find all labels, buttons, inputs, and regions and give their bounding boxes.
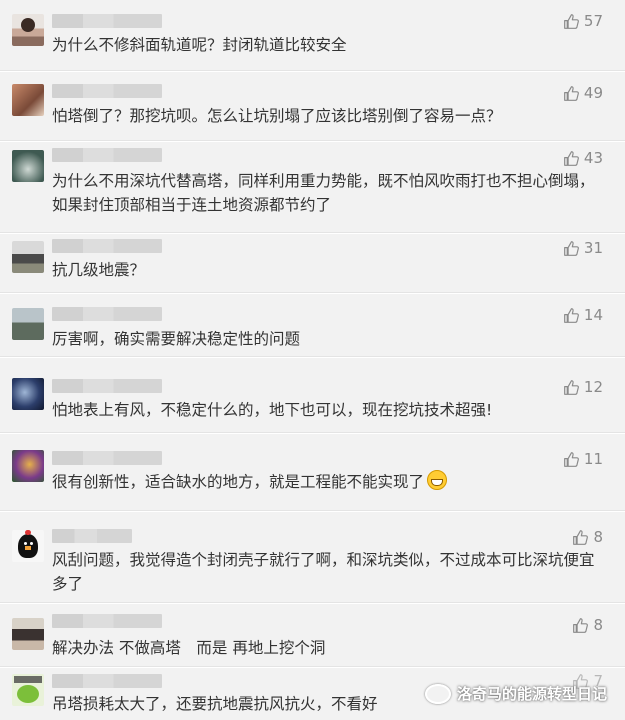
comment-text: 为什么不修斜面轨道呢？封闭轨道比较安全	[52, 36, 347, 54]
comment-item: 解决办法 不做高塔 而是 再地上挖个洞 8	[0, 604, 625, 667]
thumbs-up-icon	[564, 451, 579, 467]
comment-item: 为什么不用深坑代替高塔，同样利用重力势能，既不怕风吹雨打也不担心倒塌，如果封住顶…	[0, 142, 625, 233]
avatar[interactable]	[12, 530, 44, 562]
username-blurred	[52, 84, 162, 98]
avatar[interactable]	[12, 450, 44, 482]
avatar[interactable]	[12, 14, 44, 46]
like-count: 57	[583, 12, 603, 30]
avatar[interactable]	[12, 674, 44, 706]
comment-item: 怕塔倒了？那挖坑呗。怎么让坑别塌了应该比塔别倒了容易一点？ 49	[0, 72, 625, 141]
comment-text: 怕塔倒了？那挖坑呗。怎么让坑别塌了应该比塔别倒了容易一点？	[52, 107, 502, 125]
avatar[interactable]	[12, 150, 44, 182]
like-count: 8	[593, 528, 603, 546]
grin-emoji-icon	[427, 470, 448, 490]
like-button[interactable]: 8	[572, 616, 603, 634]
like-button[interactable]: 57	[563, 12, 603, 30]
avatar[interactable]	[12, 241, 44, 273]
comment-text: 很有创新性，适合缺水的地方，就是工程能不能实现了	[52, 470, 603, 494]
comment-item: 为什么不修斜面轨道呢？封闭轨道比较安全 57	[0, 0, 625, 71]
comment-text: 厉害啊，确实需要解决稳定性的问题	[52, 330, 301, 348]
thumbs-up-icon	[564, 240, 579, 256]
comment-text: 为什么不用深坑代替高塔，同样利用重力势能，既不怕风吹雨打也不担心倒塌，如果封住顶…	[52, 172, 595, 214]
username-blurred	[52, 451, 162, 465]
comment-item: 抗几级地震？ 31	[0, 234, 625, 293]
like-button[interactable]: 14	[563, 306, 603, 324]
comment-item: 很有创新性，适合缺水的地方，就是工程能不能实现了 11	[0, 434, 625, 511]
thumbs-up-icon	[564, 13, 579, 29]
username-blurred	[52, 14, 162, 28]
avatar[interactable]	[12, 84, 44, 116]
thumbs-up-icon	[573, 617, 589, 633]
like-count: 8	[593, 616, 603, 634]
comment-text-content: 很有创新性，适合缺水的地方，就是工程能不能实现了	[52, 473, 425, 491]
like-count: 12	[583, 378, 603, 396]
thumbs-up-icon	[573, 529, 589, 545]
username-blurred	[52, 148, 162, 162]
like-button[interactable]: 31	[563, 239, 603, 257]
like-count: 11	[583, 450, 603, 468]
comment-text: 解决办法 不做高塔 而是 再地上挖个洞	[52, 639, 326, 657]
like-button[interactable]: 11	[563, 450, 603, 468]
comment-item: 厉害啊，确实需要解决稳定性的问题 14	[0, 294, 625, 357]
comment-text: 怕地表上有风，不稳定什么的，地下也可以，现在挖坑技术超强!	[52, 401, 493, 419]
like-button[interactable]: 43	[563, 149, 603, 167]
username-blurred	[52, 674, 162, 688]
like-count: 31	[583, 239, 603, 257]
comment-item: 怕地表上有风，不稳定什么的，地下也可以，现在挖坑技术超强! 12	[0, 358, 625, 433]
thumbs-up-icon	[564, 379, 579, 395]
comment-feed: 为什么不修斜面轨道呢？封闭轨道比较安全 57 怕塔倒了？那挖坑呗。怎么让坑别塌了…	[0, 0, 625, 720]
comment-item: 风刮问题，我觉得造个封闭壳子就行了啊，和深坑类似，不过成本可比深坑便宜多了 8	[0, 512, 625, 603]
like-button[interactable]: 8	[572, 528, 603, 546]
username-blurred	[52, 239, 162, 253]
like-count: 14	[583, 306, 603, 324]
like-button[interactable]: 12	[563, 378, 603, 396]
like-count: 49	[583, 84, 603, 102]
username-blurred	[52, 614, 162, 628]
username-blurred	[52, 379, 162, 393]
username-blurred	[52, 307, 162, 321]
comment-text: 抗几级地震？	[52, 261, 146, 279]
watermark: 洛奇马的能源转型日记	[424, 683, 607, 704]
thumbs-up-icon	[564, 85, 579, 101]
avatar[interactable]	[12, 378, 44, 410]
thumbs-up-icon	[564, 150, 579, 166]
like-button[interactable]: 49	[563, 84, 603, 102]
watermark-text: 洛奇马的能源转型日记	[456, 685, 607, 703]
like-count: 43	[583, 149, 603, 167]
comment-text: 风刮问题，我觉得造个封闭壳子就行了啊，和深坑类似，不过成本可比深坑便宜多了	[52, 551, 595, 593]
avatar[interactable]	[12, 618, 44, 650]
avatar[interactable]	[12, 308, 44, 340]
thumbs-up-icon	[564, 307, 579, 323]
wechat-icon	[424, 683, 451, 704]
username-blurred	[52, 529, 132, 543]
